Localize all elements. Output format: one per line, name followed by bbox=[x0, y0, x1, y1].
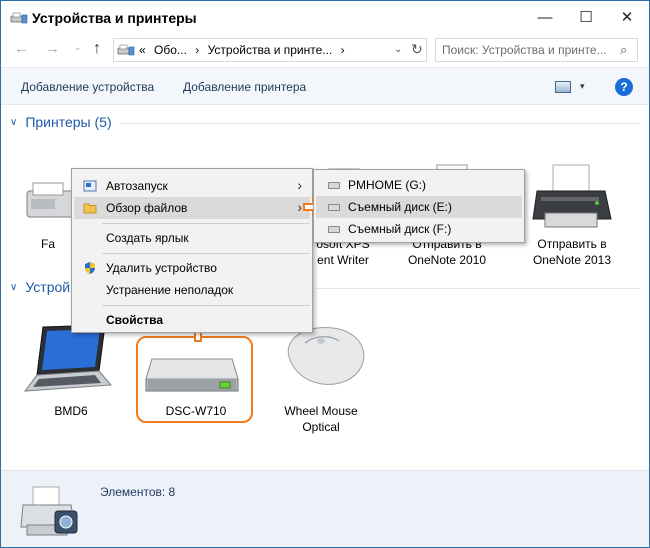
group-divider bbox=[316, 288, 641, 289]
status-bar: Элементов: 8 bbox=[1, 470, 649, 547]
breadcrumb: « Обо... › Устройства и принте... › bbox=[139, 43, 350, 57]
devices-printers-icon bbox=[10, 12, 28, 24]
context-menu-label: Автозапуск bbox=[106, 179, 168, 193]
menu-separator bbox=[102, 223, 310, 224]
selection-highlight bbox=[136, 336, 253, 423]
breadcrumb-overflow[interactable]: « bbox=[139, 43, 146, 57]
title-bar: Устройства и принтеры — ☐ ✕ bbox=[1, 1, 649, 35]
submenu-label: Съемный диск (E:) bbox=[348, 200, 452, 214]
mouse-icon bbox=[287, 326, 365, 385]
context-menu-label: Создать ярлык bbox=[106, 231, 189, 245]
submenu-label: Съемный диск (F:) bbox=[348, 222, 452, 236]
refresh-icon[interactable]: ↻ bbox=[411, 41, 423, 58]
context-menu-label: Обзор файлов bbox=[106, 201, 188, 215]
printer-item-label: Отправить в OneNote 2013 bbox=[524, 236, 620, 268]
search-box[interactable]: ⌕ bbox=[435, 38, 638, 62]
add-device-button[interactable]: Добавление устройства bbox=[21, 80, 154, 94]
printer-name-line2: OneNote 2010 bbox=[407, 253, 487, 267]
fax-icon bbox=[26, 182, 78, 218]
context-menu-item-properties[interactable]: Свойства bbox=[74, 309, 310, 331]
breadcrumb-control-panel[interactable]: Обо... bbox=[154, 43, 187, 57]
collapse-chevron-icon[interactable]: ∨ bbox=[10, 282, 17, 293]
collapse-chevron-icon[interactable]: ∨ bbox=[10, 117, 17, 128]
context-menu-item-troubleshoot[interactable]: Устранение неполадок bbox=[74, 279, 310, 301]
change-view-icon[interactable] bbox=[555, 81, 571, 93]
submenu-item-drive-g[interactable]: PMHOME (G:) bbox=[316, 174, 522, 196]
context-menu-item-browse-files[interactable]: Обзор файлов › bbox=[74, 197, 310, 219]
breadcrumb-devices-printers[interactable]: Устройства и принте... bbox=[208, 43, 333, 57]
printer-name-line2: OneNote 2013 bbox=[532, 253, 612, 267]
submenu-item-drive-e[interactable]: Съемный диск (E:) bbox=[316, 196, 522, 218]
address-bar[interactable]: « Обо... › Устройства и принте... › ⌄ ↻ bbox=[113, 38, 427, 62]
maximize-button[interactable]: ☐ bbox=[563, 1, 609, 33]
command-bar: Добавление устройства Добавление принтер… bbox=[1, 67, 649, 105]
printers-group-title: Принтеры (5) bbox=[25, 114, 112, 130]
shield-icon bbox=[85, 262, 95, 274]
browse-files-submenu: PMHOME (G:) Съемный диск (E:) Съемный ди… bbox=[313, 169, 525, 243]
context-menu-item-autoplay[interactable]: Автозапуск › bbox=[74, 175, 310, 197]
minimize-button[interactable]: — bbox=[522, 1, 568, 33]
laptop-icon bbox=[23, 324, 113, 392]
item-count: Элементов: 8 bbox=[100, 485, 176, 499]
submenu-label: PMHOME (G:) bbox=[348, 178, 426, 192]
device-item-label: BMD6 bbox=[41, 403, 101, 419]
view-options-dropdown-icon[interactable]: ▾ bbox=[580, 81, 585, 92]
context-menu-label: Свойства bbox=[106, 313, 164, 327]
devices-group-title: Устрой bbox=[25, 279, 71, 295]
help-icon[interactable]: ? bbox=[615, 78, 633, 96]
drive-icon bbox=[328, 204, 340, 211]
breadcrumb-separator[interactable]: › bbox=[341, 43, 345, 57]
autoplay-icon bbox=[83, 180, 97, 192]
search-input[interactable] bbox=[442, 42, 617, 58]
up-arrow-icon[interactable]: ↑ bbox=[93, 40, 101, 58]
device-item-label: Wheel Mouse Optical bbox=[273, 403, 369, 435]
drive-icon bbox=[328, 182, 340, 189]
device-name-line2: Optical bbox=[302, 420, 340, 434]
menu-separator bbox=[102, 305, 310, 306]
breadcrumb-separator[interactable]: › bbox=[195, 43, 199, 57]
devices-printers-icon bbox=[117, 44, 135, 56]
printers-group-header[interactable]: ∨ Принтеры (5) bbox=[10, 114, 112, 130]
context-menu-item-remove-device[interactable]: Удалить устройство bbox=[74, 257, 310, 279]
devices-group-header[interactable]: ∨ Устрой bbox=[10, 279, 70, 295]
close-button[interactable]: ✕ bbox=[604, 1, 650, 33]
window-title: Устройства и принтеры bbox=[32, 10, 197, 26]
forward-arrow-icon[interactable]: → bbox=[45, 40, 60, 57]
printer-name-line2: ent Writer bbox=[317, 253, 369, 267]
submenu-arrow-icon: › bbox=[297, 177, 302, 193]
group-divider bbox=[121, 123, 641, 124]
context-menu-label: Устранение неполадок bbox=[106, 283, 234, 297]
folder-icon bbox=[83, 203, 97, 214]
search-icon[interactable]: ⌕ bbox=[620, 42, 627, 58]
menu-separator bbox=[102, 253, 310, 254]
device-name: Wheel Mouse bbox=[284, 404, 358, 418]
add-printer-button[interactable]: Добавление принтера bbox=[183, 80, 306, 94]
context-menu: Автозапуск › Обзор файлов › Создать ярлы… bbox=[71, 168, 313, 333]
onenote-2013-printer-icon bbox=[532, 164, 612, 228]
back-arrow-icon[interactable]: ← bbox=[14, 40, 29, 57]
devices-printers-large-icon bbox=[20, 486, 78, 536]
devices-and-printers-window: Устройства и принтеры — ☐ ✕ ← → ⌄ ↑ « Об… bbox=[0, 0, 650, 548]
drive-icon bbox=[328, 226, 340, 233]
navigation-bar: ← → ⌄ ↑ « Обо... › Устройства и принте..… bbox=[1, 35, 649, 65]
context-menu-label: Удалить устройство bbox=[106, 261, 217, 275]
device-name: BMD6 bbox=[54, 404, 88, 418]
recent-locations-icon[interactable]: ⌄ bbox=[74, 42, 82, 53]
printer-name: Отправить в bbox=[537, 237, 607, 251]
submenu-item-drive-f[interactable]: Съемный диск (F:) bbox=[316, 218, 522, 240]
context-menu-item-create-shortcut[interactable]: Создать ярлык bbox=[74, 227, 310, 249]
address-dropdown-icon[interactable]: ⌄ bbox=[394, 44, 402, 55]
